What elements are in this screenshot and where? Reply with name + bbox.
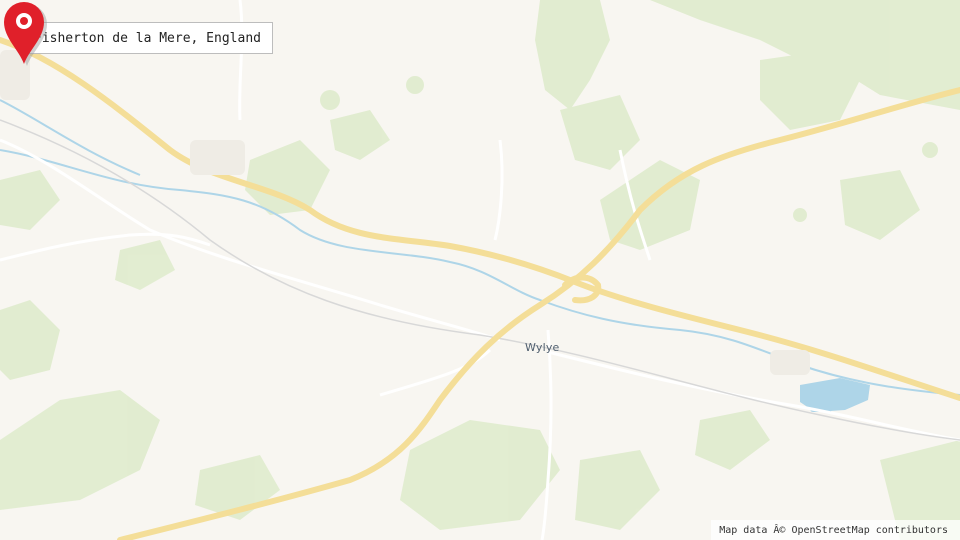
place-label-wylye: Wylye — [525, 341, 560, 354]
map-canvas[interactable] — [0, 0, 960, 540]
map-view[interactable]: Fisherton de la Mere, England Wylye Map … — [0, 0, 960, 540]
map-pin-icon[interactable] — [0, 0, 48, 66]
location-title: Fisherton de la Mere, England — [22, 22, 273, 54]
map-attribution[interactable]: Map data Â© OpenStreetMap contributors — [711, 520, 960, 540]
